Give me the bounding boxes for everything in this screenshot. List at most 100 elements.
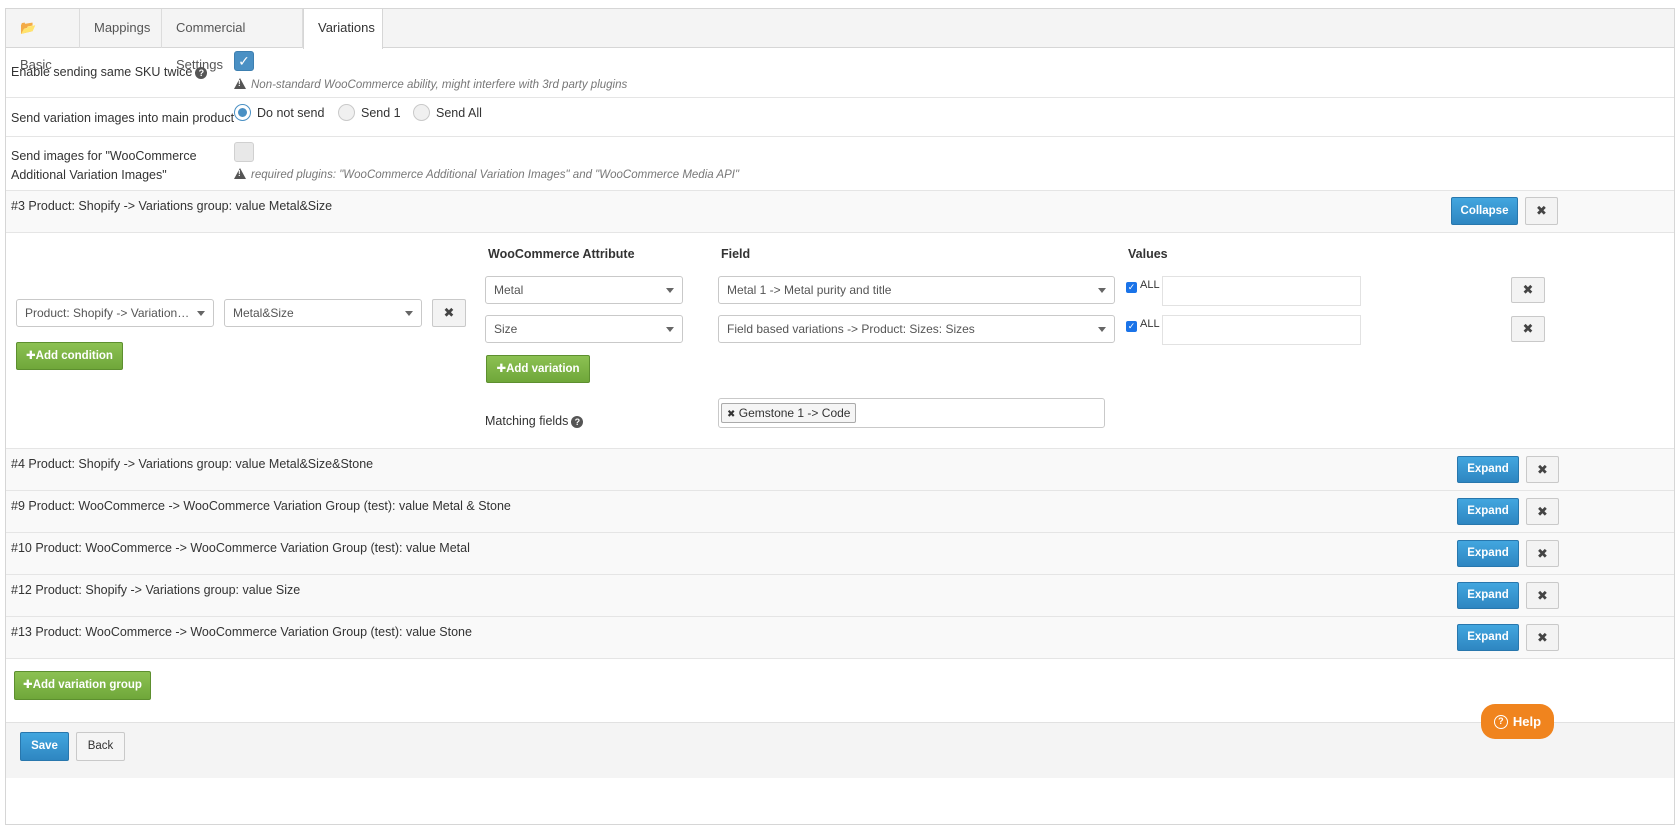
remove-variation-button[interactable]: ✖ bbox=[1511, 316, 1545, 342]
expand-button[interactable]: Expand bbox=[1457, 498, 1519, 525]
form-footer: Save Back bbox=[6, 722, 1674, 778]
attribute-select-size[interactable]: Size bbox=[485, 315, 683, 343]
plus-icon: ✚ bbox=[23, 679, 33, 691]
close-icon: ✖ bbox=[1522, 282, 1534, 297]
close-icon: ✖ bbox=[1537, 630, 1548, 645]
question-circle-icon: ? bbox=[1493, 714, 1508, 729]
variation-group-row: #13 Product: WooCommerce -> WooCommerce … bbox=[6, 617, 1674, 659]
all-values-checkbox-size[interactable]: ✓ bbox=[1126, 321, 1137, 332]
column-header-values: Values bbox=[1128, 247, 1168, 261]
warning-icon bbox=[234, 78, 246, 89]
field-select-size[interactable]: Field based variations -> Product: Sizes… bbox=[718, 315, 1115, 343]
chevron-down-icon bbox=[197, 311, 205, 316]
remove-group-button[interactable]: ✖ bbox=[1526, 540, 1559, 567]
chevron-down-icon bbox=[666, 327, 674, 332]
remove-group-button[interactable]: ✖ bbox=[1526, 624, 1559, 651]
variation-group-title: #13 Product: WooCommerce -> WooCommerce … bbox=[11, 625, 472, 639]
close-icon: ✖ bbox=[1522, 321, 1534, 336]
matching-field-tag: ✖ Gemstone 1 -> Code bbox=[721, 403, 857, 423]
column-header-field: Field bbox=[721, 247, 751, 261]
all-values-checkbox-metal[interactable]: ✓ bbox=[1126, 282, 1137, 293]
additional-images-note: required plugins: "WooCommerce Additiona… bbox=[234, 168, 739, 181]
variation-group-title: #12 Product: Shopify -> Variations group… bbox=[11, 583, 301, 597]
remove-variation-button[interactable]: ✖ bbox=[1511, 277, 1545, 303]
setting-variation-images-row: Send variation images into main product … bbox=[6, 98, 1674, 137]
close-icon: ✖ bbox=[1537, 546, 1548, 561]
remove-group-button[interactable]: ✖ bbox=[1525, 197, 1558, 225]
radio-send-all[interactable]: Send All bbox=[413, 104, 482, 121]
radio-do-not-send[interactable]: Do not send bbox=[234, 104, 324, 121]
chevron-down-icon bbox=[666, 288, 674, 293]
help-button[interactable]: ? Help bbox=[1481, 704, 1554, 739]
matching-fields-input[interactable]: ✖ Gemstone 1 -> Code bbox=[718, 398, 1105, 428]
expand-button[interactable]: Expand bbox=[1457, 582, 1519, 609]
sku-twice-checkbox[interactable]: ✓ bbox=[234, 51, 254, 71]
save-button[interactable]: Save bbox=[20, 732, 69, 761]
setting-variation-images-label: Send variation images into main product bbox=[11, 111, 235, 125]
remove-group-button[interactable]: ✖ bbox=[1526, 456, 1559, 483]
remove-tag-icon[interactable]: ✖ bbox=[727, 409, 735, 420]
all-values-label: ALL bbox=[1140, 318, 1160, 330]
warning-icon bbox=[234, 168, 246, 179]
all-values-label: ALL bbox=[1140, 279, 1160, 291]
tab-variations[interactable]: Variations bbox=[303, 9, 383, 49]
chevron-down-icon bbox=[1098, 288, 1106, 293]
matching-fields-label: Matching fields? bbox=[485, 414, 584, 428]
variation-group-title: #10 Product: WooCommerce -> WooCommerce … bbox=[11, 541, 470, 555]
close-icon: ✖ bbox=[1537, 588, 1548, 603]
variation-group-row: #9 Product: WooCommerce -> WooCommerce V… bbox=[6, 491, 1674, 533]
variation-group-header-3: #3 Product: Shopify -> Variations group:… bbox=[6, 191, 1674, 233]
variation-group-title: #4 Product: Shopify -> Variations group:… bbox=[11, 457, 374, 471]
chevron-down-icon bbox=[405, 311, 413, 316]
add-variation-group-button[interactable]: ✚Add variation group bbox=[14, 671, 151, 700]
tab-mappings[interactable]: Mappings bbox=[80, 9, 162, 48]
tab-commercial-settings[interactable]: Commercial Settings bbox=[162, 9, 303, 72]
expand-button[interactable]: Expand bbox=[1457, 456, 1519, 483]
variation-group-row: #10 Product: WooCommerce -> WooCommerce … bbox=[6, 533, 1674, 575]
remove-group-button[interactable]: ✖ bbox=[1526, 582, 1559, 609]
setting-sku-twice-label: Enable sending same SKU twice? bbox=[11, 65, 208, 79]
condition-value-select[interactable]: Metal&Size bbox=[224, 299, 422, 327]
page-frame: 📂Basic Mappings Commercial Settings Vari… bbox=[5, 8, 1675, 825]
expand-button[interactable]: Expand bbox=[1457, 540, 1519, 567]
radio-selected-icon bbox=[234, 104, 251, 121]
setting-additional-images-row: Send images for "WooCommerce Additional … bbox=[6, 137, 1674, 191]
help-icon[interactable]: ? bbox=[571, 416, 584, 428]
radio-empty-icon bbox=[338, 104, 355, 121]
close-icon: ✖ bbox=[1537, 462, 1548, 477]
radio-send-1[interactable]: Send 1 bbox=[338, 104, 401, 121]
add-condition-button[interactable]: ✚Add condition bbox=[16, 342, 123, 370]
folder-open-icon: 📂 bbox=[20, 20, 37, 35]
values-input-metal[interactable] bbox=[1162, 276, 1361, 306]
column-header-attribute: WooCommerce Attribute bbox=[488, 247, 635, 261]
close-icon: ✖ bbox=[1536, 203, 1547, 218]
plus-icon: ✚ bbox=[496, 363, 507, 375]
back-button[interactable]: Back bbox=[76, 732, 125, 761]
tab-variations-label: Variations bbox=[318, 20, 375, 35]
field-select-metal[interactable]: Metal 1 -> Metal purity and title bbox=[718, 276, 1115, 304]
sku-twice-note: Non-standard WooCommerce ability, might … bbox=[234, 78, 627, 91]
tab-mappings-label: Mappings bbox=[94, 20, 151, 35]
tab-basic[interactable]: 📂Basic bbox=[6, 9, 80, 72]
chevron-down-icon bbox=[1098, 327, 1106, 332]
variation-group-row: #4 Product: Shopify -> Variations group:… bbox=[6, 449, 1674, 491]
remove-group-button[interactable]: ✖ bbox=[1526, 498, 1559, 525]
add-variation-button[interactable]: ✚Add variation bbox=[486, 355, 590, 383]
setting-additional-images-label: Send images for "WooCommerce Additional … bbox=[11, 149, 197, 182]
values-input-size[interactable] bbox=[1162, 315, 1361, 345]
radio-empty-icon bbox=[413, 104, 430, 121]
close-icon: ✖ bbox=[1537, 504, 1548, 519]
help-icon[interactable]: ? bbox=[195, 67, 208, 79]
expand-button[interactable]: Expand bbox=[1457, 624, 1519, 651]
additional-images-checkbox[interactable] bbox=[234, 142, 254, 162]
collapse-button[interactable]: Collapse bbox=[1451, 197, 1518, 225]
condition-field-select[interactable]: Product: Shopify -> Variations ... bbox=[16, 299, 214, 327]
attribute-select-metal[interactable]: Metal bbox=[485, 276, 683, 304]
variation-group-body-3: Product: Shopify -> Variations ... Metal… bbox=[6, 233, 1674, 449]
tab-bar: 📂Basic Mappings Commercial Settings Vari… bbox=[6, 9, 1674, 72]
variation-group-title: #9 Product: WooCommerce -> WooCommerce V… bbox=[11, 499, 511, 513]
remove-condition-button[interactable]: ✖ bbox=[432, 299, 466, 327]
setting-sku-twice-row: Enable sending same SKU twice? ✓ Non-sta… bbox=[6, 48, 1674, 98]
close-icon: ✖ bbox=[443, 305, 455, 320]
variation-group-title: #3 Product: Shopify -> Variations group:… bbox=[11, 199, 333, 213]
